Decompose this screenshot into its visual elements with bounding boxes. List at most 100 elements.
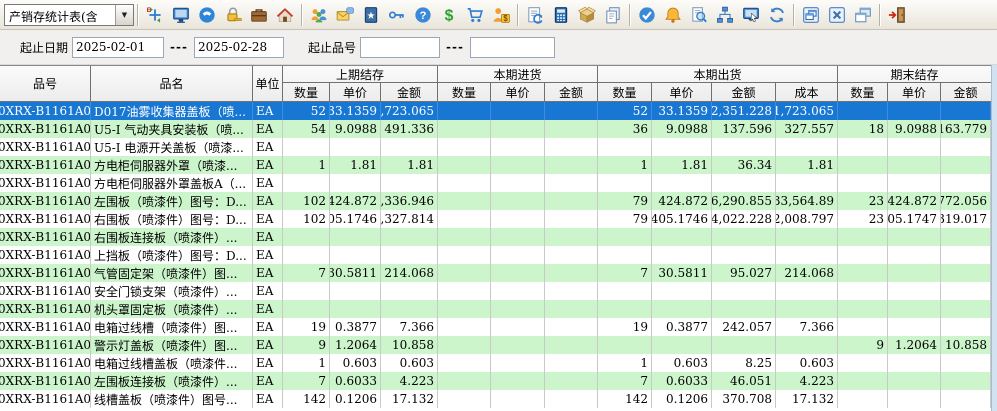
cell-purchase-amount[interactable] [545, 246, 598, 264]
cell-purchase-qty[interactable] [438, 336, 491, 354]
col-header-item-no[interactable]: 品号 [0, 66, 91, 101]
cell-ship-amount[interactable] [712, 174, 776, 192]
table-row[interactable]: 0XRX-B1161A0...方电柜伺服器外罩（喷漆...EA11.811.81… [0, 156, 991, 174]
cell-end-qty[interactable] [838, 174, 888, 192]
col-header-end-qty[interactable]: 数量 [838, 83, 888, 101]
cell-ship-qty[interactable]: 142 [598, 390, 652, 408]
col-header-prev-amount[interactable]: 金额 [381, 83, 437, 101]
search-document-icon[interactable] [686, 3, 712, 27]
cell-ship-cost[interactable]: 0.603 [776, 354, 838, 372]
cell-purchase-price[interactable] [491, 156, 545, 174]
cell-ship-amount[interactable]: 242.057 [712, 318, 776, 336]
cell-prev-qty[interactable] [283, 282, 330, 300]
cell-end-amount[interactable] [941, 228, 991, 246]
cell-item-no[interactable]: 0XRX-B1161A0... [0, 390, 91, 408]
table-row[interactable]: 0XRX-B1161A0...上挡板（喷漆件）图号：D...EA [0, 246, 991, 264]
cell-ship-amount[interactable]: 56,290.855 [712, 192, 776, 210]
cell-ship-qty[interactable]: 7 [598, 264, 652, 282]
cell-item-no[interactable]: 0XRX-B1161A0... [0, 246, 91, 264]
cell-end-price[interactable] [888, 372, 941, 390]
col-header-ship-price[interactable]: 单价 [652, 83, 712, 101]
cell-purchase-amount[interactable] [545, 300, 598, 318]
item-to-input[interactable] [470, 37, 555, 58]
cell-purchase-price[interactable] [491, 174, 545, 192]
cell-prev-price[interactable] [330, 228, 381, 246]
cell-ship-price[interactable]: 0.6033 [652, 372, 712, 390]
cell-item-no[interactable]: 0XRX-B1161A0... [0, 372, 91, 390]
cell-end-amount[interactable] [941, 390, 991, 408]
cell-purchase-price[interactable] [491, 264, 545, 282]
cell-item-name[interactable]: 气管固定架（喷漆件）图... [91, 264, 253, 282]
cell-item-name[interactable]: 方电柜伺服器外罩（喷漆... [91, 156, 253, 174]
cell-end-amount[interactable]: 163.779 [941, 120, 991, 138]
cell-end-qty[interactable]: 23 [838, 192, 888, 210]
cell-item-no[interactable]: 0XRX-B1161A0... [0, 210, 91, 228]
cell-purchase-qty[interactable] [438, 300, 491, 318]
cell-prev-price[interactable]: 0.3877 [330, 318, 381, 336]
cell-purchase-qty[interactable] [438, 246, 491, 264]
cell-ship-amount[interactable] [712, 282, 776, 300]
cell-end-price[interactable] [888, 264, 941, 282]
refresh-icon[interactable] [764, 3, 790, 27]
cell-ship-amount[interactable]: 36.34 [712, 156, 776, 174]
col-header-ship-amount[interactable]: 金额 [712, 83, 776, 101]
key-icon[interactable] [384, 3, 410, 27]
cell-end-price[interactable] [888, 174, 941, 192]
item-from-input[interactable] [360, 37, 440, 58]
cell-ship-amount[interactable]: 46.051 [712, 372, 776, 390]
cell-ship-qty[interactable] [598, 174, 652, 192]
cell-end-qty[interactable] [838, 246, 888, 264]
cell-prev-price[interactable] [330, 174, 381, 192]
cell-end-qty[interactable] [838, 264, 888, 282]
cell-end-qty[interactable] [838, 102, 888, 120]
cell-purchase-amount[interactable] [545, 138, 598, 156]
cell-prev-qty[interactable]: 142 [283, 390, 330, 408]
cell-purchase-qty[interactable] [438, 390, 491, 408]
cell-prev-qty[interactable] [283, 228, 330, 246]
cell-prev-amount[interactable]: 491.336 [381, 120, 438, 138]
cell-end-price[interactable] [888, 156, 941, 174]
cell-purchase-qty[interactable] [438, 372, 491, 390]
cell-prev-amount[interactable] [381, 282, 438, 300]
monitor-cursor-icon[interactable] [738, 3, 764, 27]
vertical-scrollbar[interactable] [991, 65, 997, 411]
group-label-prev-balance[interactable]: 上期结存 [283, 66, 437, 83]
cell-end-amount[interactable] [941, 246, 991, 264]
cell-unit[interactable]: EA [253, 336, 283, 354]
cell-prev-price[interactable]: 9.0988 [330, 120, 381, 138]
cell-end-amount[interactable] [941, 282, 991, 300]
cell-ship-price[interactable]: 424.872 [652, 192, 712, 210]
cell-end-amount[interactable] [941, 264, 991, 282]
cell-ship-amount[interactable]: 54,022.228 [712, 210, 776, 228]
cell-end-amount[interactable] [941, 372, 991, 390]
cell-ship-price[interactable] [652, 246, 712, 264]
cell-purchase-price[interactable] [491, 228, 545, 246]
cell-ship-cost[interactable] [776, 246, 838, 264]
cell-item-no[interactable]: 0XRX-B1161A0... [0, 336, 91, 354]
cell-prev-amount[interactable] [381, 138, 438, 156]
cell-prev-price[interactable] [330, 138, 381, 156]
cell-ship-qty[interactable]: 79 [598, 192, 652, 210]
cell-item-name[interactable]: 线槽盖板（喷漆件）图号... [91, 390, 253, 408]
cell-item-name[interactable]: U5-I 气动夹具安装板（喷... [91, 120, 253, 138]
cell-ship-cost[interactable]: 7.366 [776, 318, 838, 336]
cell-end-qty[interactable]: 23 [838, 210, 888, 228]
cell-prev-qty[interactable]: 7 [283, 264, 330, 282]
cell-ship-qty[interactable]: 79 [598, 210, 652, 228]
cell-ship-amount[interactable] [712, 300, 776, 318]
cell-purchase-qty[interactable] [438, 318, 491, 336]
date-to-input[interactable] [194, 37, 284, 58]
cell-purchase-price[interactable] [491, 318, 545, 336]
cell-item-name[interactable]: 左围板连接板（喷漆件）... [91, 372, 253, 390]
cell-prev-qty[interactable]: 102 [283, 210, 330, 228]
cell-end-amount[interactable] [941, 102, 991, 120]
cell-item-no[interactable]: 0XRX-B1161A0... [0, 102, 91, 120]
cell-end-qty[interactable] [838, 372, 888, 390]
cell-prev-qty[interactable]: 7 [283, 372, 330, 390]
date-from-input[interactable] [72, 37, 164, 58]
cell-ship-price[interactable]: 0.1206 [652, 390, 712, 408]
cell-unit[interactable]: EA [253, 138, 283, 156]
cell-ship-qty[interactable]: 1 [598, 354, 652, 372]
cart-icon[interactable] [462, 3, 488, 27]
cell-purchase-amount[interactable] [545, 372, 598, 390]
